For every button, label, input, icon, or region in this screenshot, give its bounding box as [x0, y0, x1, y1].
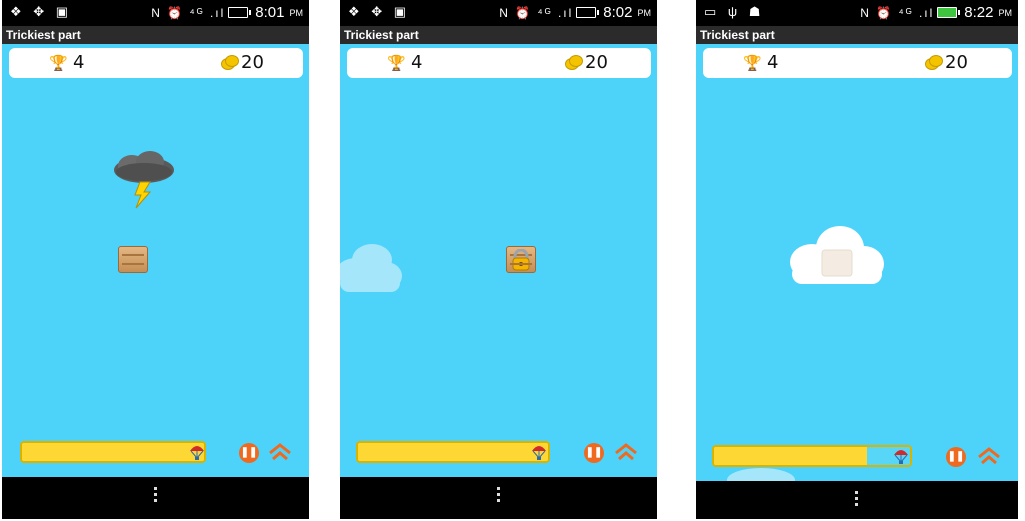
parachute-icon	[894, 450, 908, 464]
status-bar: ❖ ✥ ▣ N ⏰ ⁴ᴳ .ıl 8:01 PM	[2, 0, 309, 26]
game-screen-2: ❖ ✥ ▣ N ⏰ ⁴ᴳ .ıl 8:02 PM Trickiest part …	[340, 0, 657, 519]
pause-icon: ❚❚	[947, 451, 965, 462]
overflow-menu-icon[interactable]	[855, 491, 859, 509]
ground-cloud	[727, 468, 795, 482]
clock-ampm: PM	[289, 7, 304, 18]
locked-crate[interactable]	[506, 246, 536, 273]
overflow-menu-icon[interactable]	[496, 487, 501, 505]
score-value: 4	[767, 52, 779, 73]
trophy-icon: 🏆	[743, 55, 762, 72]
progress-bar	[20, 441, 206, 463]
parachute-icon	[190, 446, 204, 460]
clock-ampm: PM	[637, 7, 652, 18]
status-bar: ▭ ψ ☗ N ⏰ ⁴ᴳ .ıl 8:22 PM	[696, 0, 1018, 26]
cloud	[340, 244, 402, 292]
home-button[interactable]	[615, 443, 637, 463]
coin-value: 20	[585, 52, 608, 73]
app-title: Trickiest part	[696, 26, 1018, 44]
progress-bar	[356, 441, 550, 463]
score-bar: 🏆 4 20	[347, 48, 651, 78]
cloud-with-crate[interactable]	[788, 224, 886, 286]
system-icons: N ⏰ ⁴ᴳ .ıl 8:22 PM	[860, 4, 1012, 21]
notification-icons: ❖ ✥ ▣	[10, 4, 73, 19]
clock: 8:22	[964, 4, 994, 21]
coin-value: 20	[945, 52, 968, 73]
parachute-icon	[532, 446, 546, 460]
progress-fill	[22, 443, 204, 461]
status-bar: ❖ ✥ ▣ N ⏰ ⁴ᴳ .ıl 8:02 PM	[340, 0, 657, 26]
pause-icon: ❚❚	[585, 447, 603, 458]
coin-value: 20	[241, 52, 264, 73]
progress-fill	[358, 443, 548, 461]
storm-cloud	[114, 151, 174, 209]
score-bar: 🏆 4 20	[703, 48, 1012, 78]
crate[interactable]	[118, 246, 148, 273]
pause-button[interactable]: ❚❚	[584, 443, 604, 463]
signal-icons: N ⏰ ⁴ᴳ .ıl	[499, 5, 574, 20]
pause-button[interactable]: ❚❚	[239, 443, 259, 463]
home-button[interactable]	[978, 447, 1000, 467]
battery-icon	[576, 7, 600, 18]
battery-charging-icon	[937, 7, 961, 18]
signal-icons: N ⏰ ⁴ᴳ .ıl	[151, 5, 226, 20]
app-title: Trickiest part	[2, 26, 309, 44]
pause-button[interactable]: ❚❚	[946, 447, 966, 467]
clock: 8:02	[603, 4, 633, 21]
lock-icon	[512, 249, 530, 271]
trophy-icon: 🏆	[387, 55, 406, 72]
notification-icons: ▭ ψ ☗	[704, 4, 765, 19]
notification-icons: ❖ ✥ ▣	[348, 4, 411, 19]
trophy-icon: 🏆	[49, 55, 68, 72]
game-screen-1: ❖ ✥ ▣ N ⏰ ⁴ᴳ .ıl 8:01 PM Trickiest part …	[2, 0, 309, 519]
nav-bar	[340, 477, 657, 519]
nav-bar	[2, 477, 309, 519]
coin-stack-icon	[221, 55, 239, 70]
signal-icons: N ⏰ ⁴ᴳ .ıl	[860, 5, 935, 20]
battery-icon	[228, 7, 252, 18]
clock-ampm: PM	[998, 7, 1013, 18]
app-title: Trickiest part	[340, 26, 657, 44]
home-button[interactable]	[269, 443, 291, 463]
score-bar: 🏆 4 20	[9, 48, 303, 78]
score-value: 4	[73, 52, 85, 73]
score-value: 4	[411, 52, 423, 73]
clock: 8:01	[255, 4, 285, 21]
coin-stack-icon	[565, 55, 583, 70]
overflow-menu-icon[interactable]	[153, 487, 158, 505]
game-screen-3: ▭ ψ ☗ N ⏰ ⁴ᴳ .ıl 8:22 PM Trickiest part …	[696, 0, 1018, 519]
pause-icon: ❚❚	[240, 447, 258, 458]
coin-stack-icon	[925, 55, 943, 70]
system-icons: N ⏰ ⁴ᴳ .ıl 8:02 PM	[499, 4, 651, 21]
faded-crate	[821, 249, 853, 277]
system-icons: N ⏰ ⁴ᴳ .ıl 8:01 PM	[151, 4, 303, 21]
nav-bar	[696, 481, 1018, 519]
